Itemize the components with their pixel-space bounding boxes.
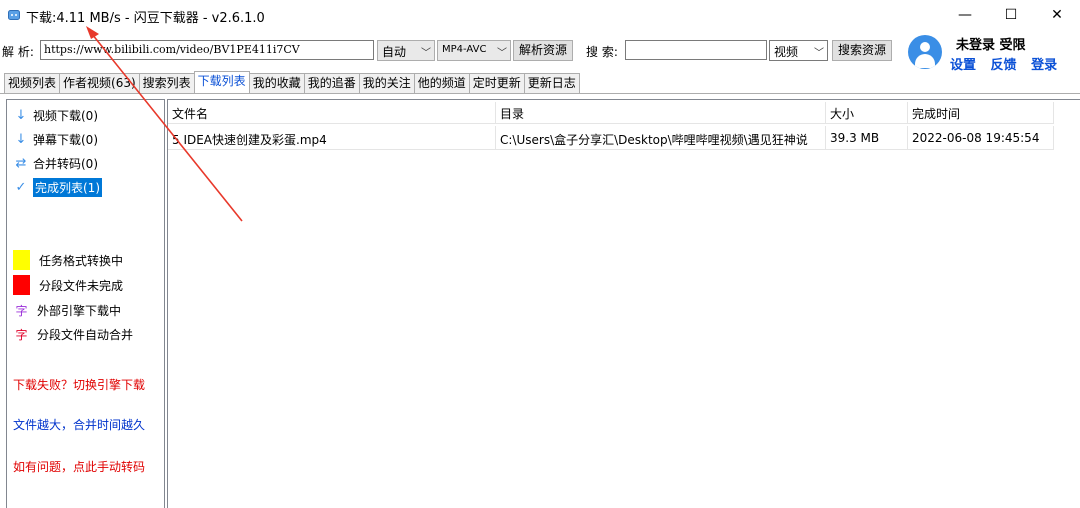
tab-search-list[interactable]: 搜索列表 (138, 73, 195, 93)
legend-incomplete-segment: 分段文件未完成 (13, 275, 123, 295)
maximize-button[interactable]: ☐ (988, 0, 1034, 30)
yellow-swatch (13, 250, 30, 270)
quality-select[interactable]: 自动 ﹀ (377, 40, 435, 61)
checkmark-icon: ✓ (15, 179, 27, 195)
url-input[interactable]: https://www.bilibili.com/video/BV1PE411i… (40, 40, 374, 60)
quality-select-value: 自动 (382, 45, 407, 59)
chevron-down-icon: ﹀ (814, 48, 824, 59)
avatar-icon[interactable] (908, 35, 942, 69)
sidebar-item-video-download[interactable]: ↓ 视频下载(0) (13, 106, 98, 124)
legend-label: 任务格式转换中 (39, 253, 124, 268)
chevron-down-icon: ﹀ (421, 48, 431, 59)
codec-select[interactable]: MP4-AVC ﹀ (437, 40, 511, 61)
cell-filename: 5 IDEA快速创建及彩蛋.mp4 (168, 126, 496, 150)
settings-link[interactable]: 设置 (950, 58, 976, 73)
search-input[interactable] (625, 40, 767, 60)
tab-changelog[interactable]: 更新日志 (523, 73, 580, 93)
tab-my-following[interactable]: 我的关注 (358, 73, 415, 93)
sidebar-tree: ↓ 视频下载(0) ↓ 弹幕下载(0) ⇄ 合并转码(0) ✓ 完成列表(1) … (6, 99, 165, 508)
table-header: 文件名 目录 大小 完成时间 (168, 102, 1054, 124)
cell-completed-time: 2022-06-08 19:45:54 (908, 126, 1054, 150)
column-header-completed-time[interactable]: 完成时间 (908, 102, 1054, 124)
merge-time-note: 文件越大，合并时间越久 (13, 418, 146, 432)
chevron-down-icon: ﹀ (497, 48, 507, 59)
legend-external-engine: 字 外部引擎下载中 (13, 300, 121, 320)
minimize-button[interactable]: — (942, 0, 988, 30)
sidebar-item-label: 完成列表(1) (33, 177, 102, 197)
glyph-marker: 字 (15, 327, 28, 342)
user-links: 设置 反馈 登录 (950, 54, 1067, 73)
column-header-filename[interactable]: 文件名 (168, 102, 496, 124)
search-button[interactable]: 搜索资源 (832, 40, 892, 61)
swap-arrows-icon: ⇄ (15, 155, 27, 171)
column-header-directory[interactable]: 目录 (496, 102, 826, 124)
login-link[interactable]: 登录 (1031, 58, 1057, 73)
legend-label: 分段文件未完成 (39, 278, 124, 293)
legend-converting: 任务格式转换中 (13, 250, 123, 270)
search-type-value: 视频 (774, 45, 799, 59)
switch-engine-link[interactable]: 下载失败？切换引擎下载 (13, 376, 145, 393)
tab-video-list[interactable]: 视频列表 (4, 73, 61, 93)
parse-button[interactable]: 解析资源 (513, 40, 573, 61)
tab-their-channel[interactable]: 他的频道 (413, 73, 470, 93)
sidebar-item-merge-transcode[interactable]: ⇄ 合并转码(0) (13, 154, 98, 172)
login-status: 未登录 受限 (956, 38, 1026, 53)
table-row[interactable]: 5 IDEA快速创建及彩蛋.mp4 C:\Users\盒子分享汇\Desktop… (168, 126, 1054, 150)
arrow-down-icon: ↓ (15, 107, 27, 123)
tab-divider (0, 93, 1080, 94)
window-title: 下载:4.11 MB/s - 闪豆下载器 - v2.6.1.0 (26, 11, 265, 26)
close-button[interactable]: ✕ (1034, 0, 1080, 30)
legend-auto-merge: 字 分段文件自动合并 (13, 324, 133, 344)
sidebar-item-label: 合并转码(0) (33, 156, 98, 171)
sidebar-item-label: 视频下载(0) (33, 108, 98, 123)
search-label: 搜 索: (586, 45, 618, 59)
legend-label: 外部引擎下载中 (37, 303, 122, 318)
parse-label: 解 析: (2, 45, 34, 59)
cell-size: 39.3 MB (826, 126, 908, 150)
glyph-marker: 字 (15, 303, 28, 318)
avatar-body (915, 54, 935, 68)
tab-author-videos[interactable]: 作者视频(63) (59, 73, 140, 93)
arrow-down-icon: ↓ (15, 131, 27, 147)
feedback-link[interactable]: 反馈 (991, 58, 1017, 73)
sidebar-item-completed-list[interactable]: ✓ 完成列表(1) (13, 177, 102, 197)
legend-label: 分段文件自动合并 (37, 327, 134, 342)
tab-scheduled-update[interactable]: 定时更新 (468, 73, 525, 93)
cell-directory: C:\Users\盒子分享汇\Desktop\哔哩哔哩视频\遇见狂神说 (496, 126, 826, 150)
app-logo-icon (8, 10, 20, 20)
tab-my-favorites[interactable]: 我的收藏 (248, 73, 305, 93)
tab-my-bangumi[interactable]: 我的追番 (303, 73, 360, 93)
red-swatch (13, 275, 30, 295)
sidebar-item-label: 弹幕下载(0) (33, 132, 98, 147)
search-type-select[interactable]: 视频 ﹀ (769, 40, 828, 61)
avatar-head (920, 42, 930, 52)
title-bar: 下载:4.11 MB/s - 闪豆下载器 - v2.6.1.0 — ☐ ✕ (0, 0, 1080, 30)
main-tabs: 视频列表 作者视频(63) 搜索列表 下载列表 我的收藏 我的追番 我的关注 他… (4, 71, 580, 93)
manual-transcode-link[interactable]: 如有问题，点此手动转码 (13, 458, 145, 475)
codec-select-value: MP4-AVC (442, 44, 487, 55)
sidebar-item-danmaku-download[interactable]: ↓ 弹幕下载(0) (13, 130, 98, 148)
column-header-size[interactable]: 大小 (826, 102, 908, 124)
tab-download-list[interactable]: 下载列表 (193, 71, 250, 93)
download-table: 文件名 目录 大小 完成时间 5 IDEA快速创建及彩蛋.mp4 C:\User… (167, 99, 1080, 508)
